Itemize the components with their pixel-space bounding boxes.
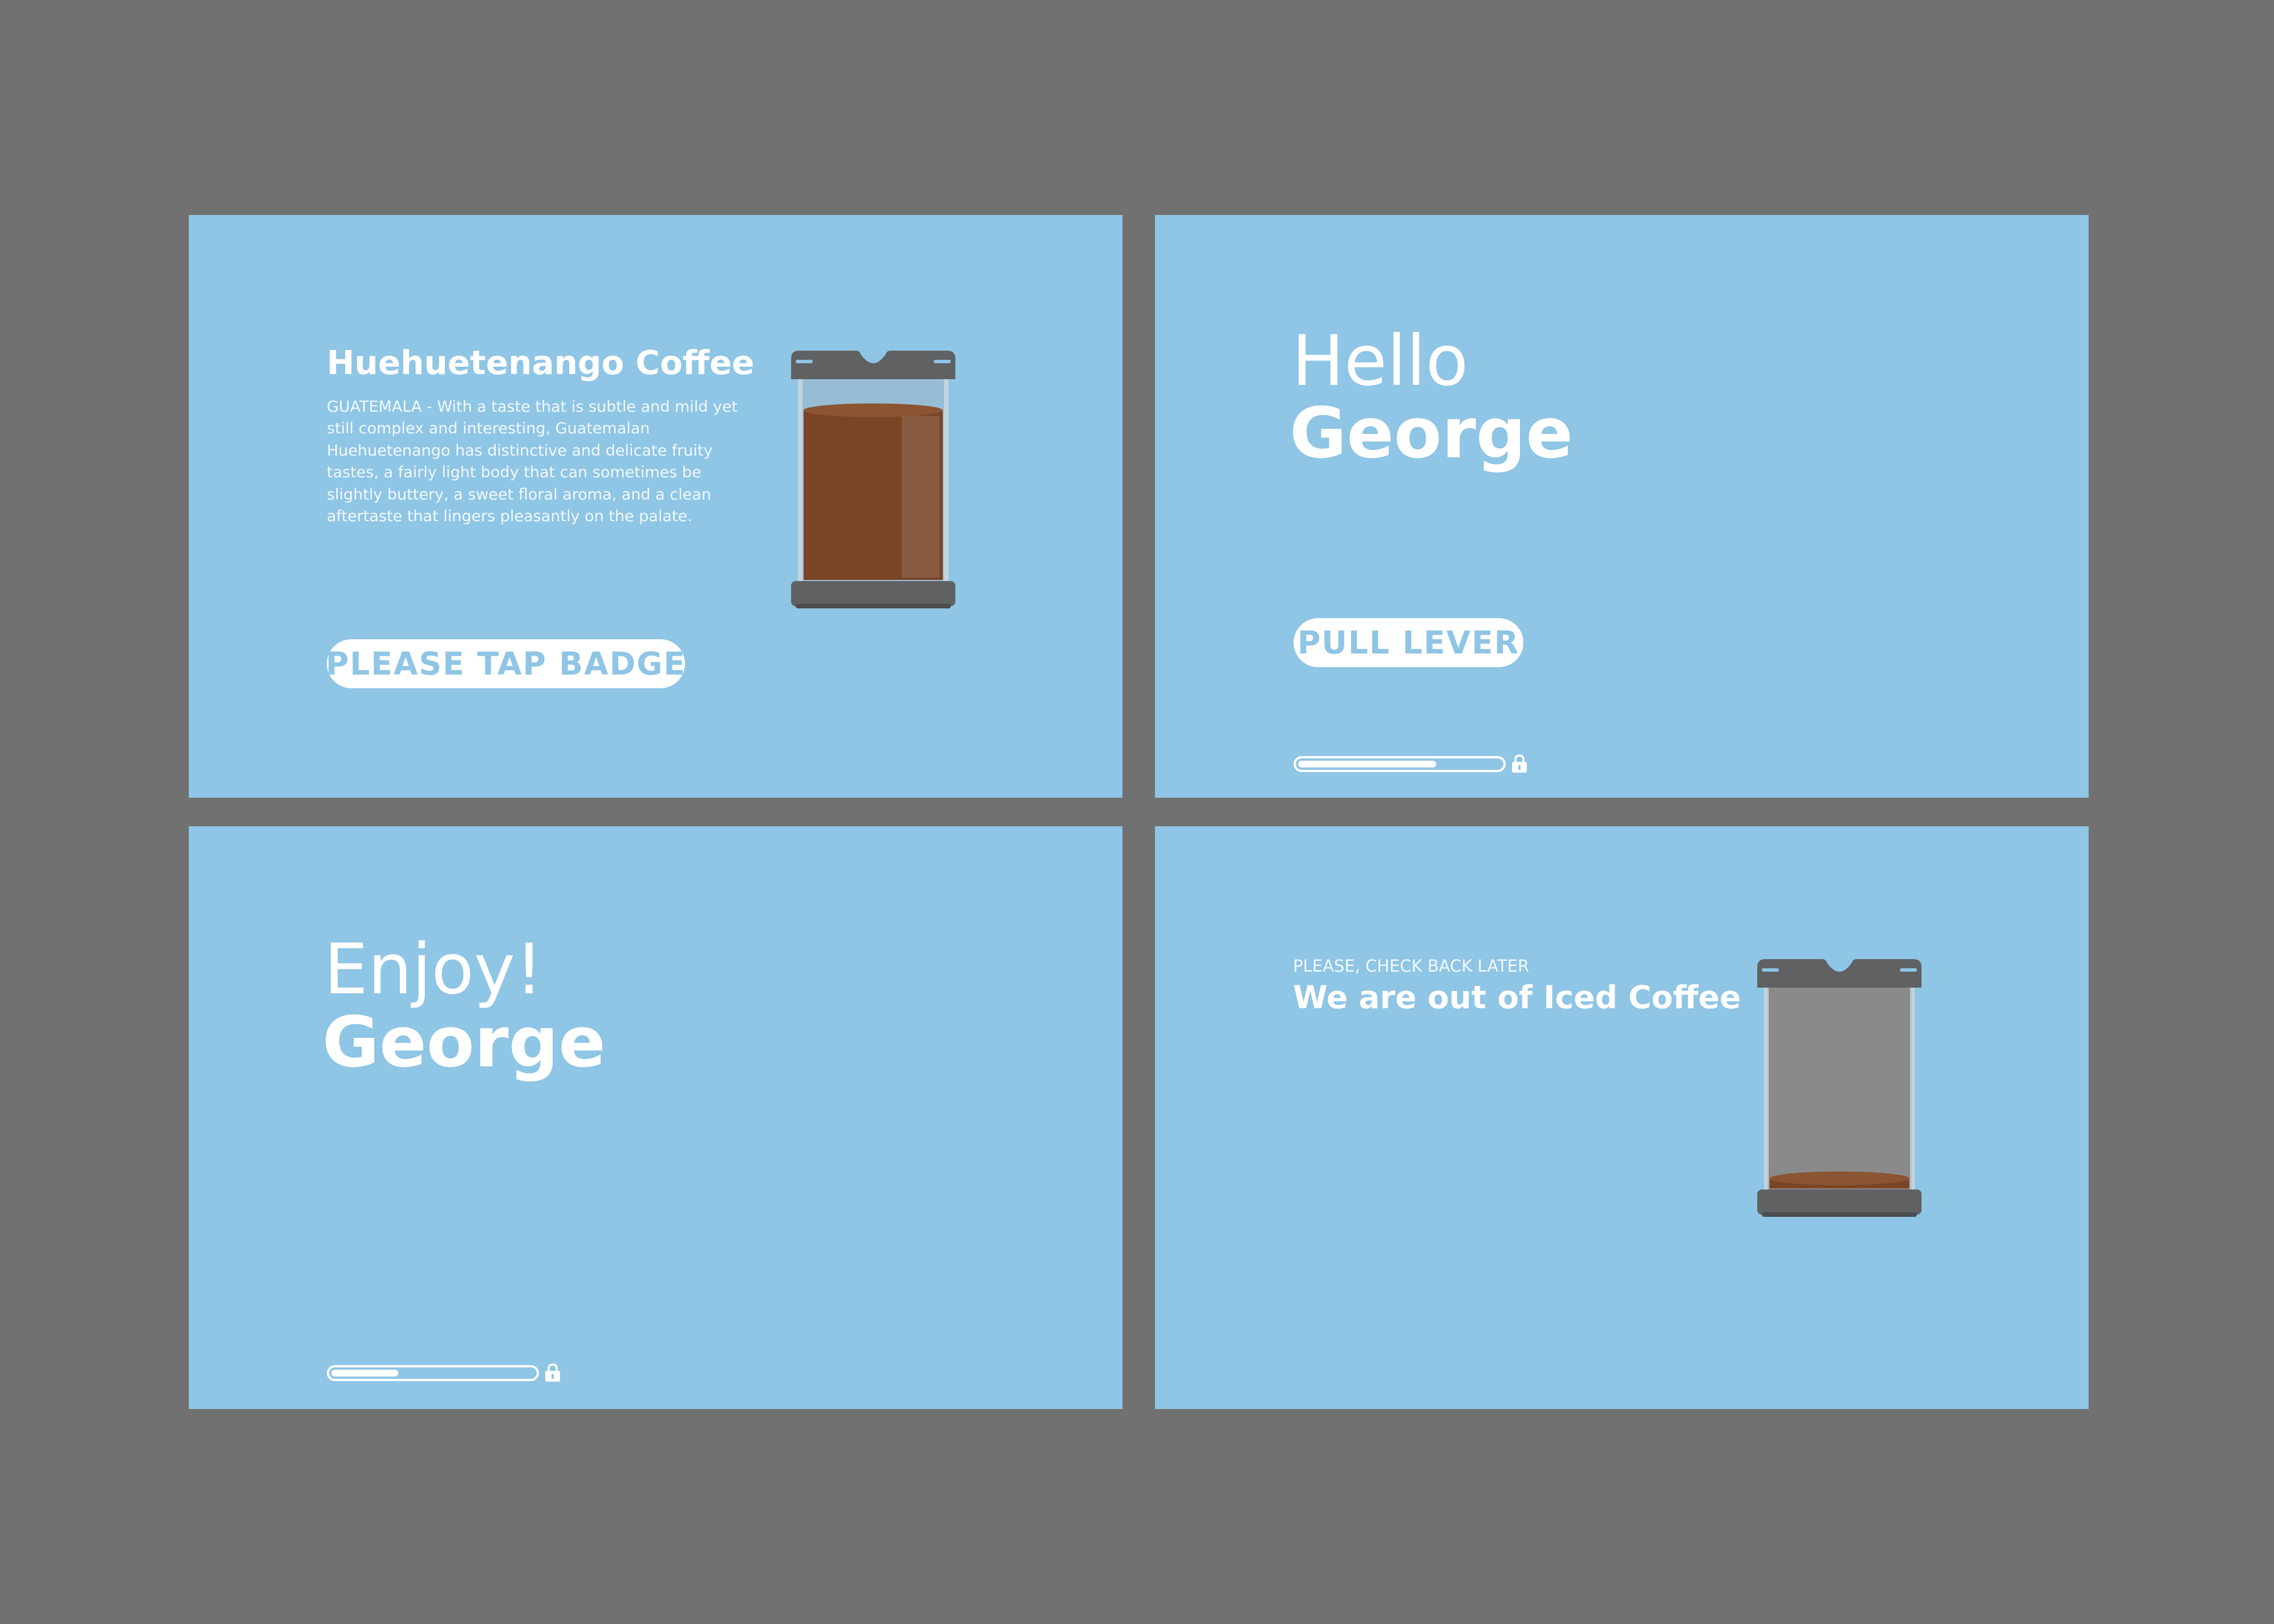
lid-slot-left xyxy=(796,360,813,363)
glass-edge-right xyxy=(1910,981,1915,1196)
liquid-surface xyxy=(1770,1171,1909,1185)
lock-keyhole xyxy=(552,1374,554,1379)
base-shadow xyxy=(1762,1212,1917,1217)
coffee-canister-icon xyxy=(791,351,955,608)
progress-fill xyxy=(1298,761,1437,768)
pull-lever-button[interactable]: PULL LEVER xyxy=(1294,618,1523,667)
glass-highlight xyxy=(902,416,939,578)
enjoy-screen: Enjoy! George xyxy=(189,826,1122,1409)
lock-icon xyxy=(545,1363,560,1382)
lid-slot-right xyxy=(1900,968,1917,972)
glass-edge-left xyxy=(1764,981,1769,1196)
canister-lid xyxy=(791,351,955,379)
lid-slot-right xyxy=(934,360,951,363)
lid-slot-left xyxy=(1762,968,1779,972)
out-of-stock-screen: PLEASE, CHECK BACK LATER We are out of I… xyxy=(1155,826,2089,1409)
lock-keyhole xyxy=(1518,765,1521,770)
progress-fill xyxy=(331,1370,399,1377)
base-shadow xyxy=(796,604,951,608)
notice-subtitle: PLEASE, CHECK BACK LATER xyxy=(1293,956,1530,976)
coffee-description: GUATEMALA - With a taste that is subtle … xyxy=(327,398,738,526)
canister-base xyxy=(1757,1189,1922,1215)
greeting-text: Hello xyxy=(1292,320,1469,401)
liquid-surface xyxy=(804,403,943,417)
glass-edge-right xyxy=(944,372,948,588)
tap-badge-button[interactable]: PLEASE TAP BADGE xyxy=(326,639,685,688)
coffee-title: Huehuetenango Coffee xyxy=(327,343,755,382)
hello-screen: Hello George PULL LEVER xyxy=(1155,215,2089,798)
canister-lid xyxy=(1757,959,1922,988)
progress-bar xyxy=(327,1363,560,1382)
lock-icon xyxy=(1512,754,1527,773)
user-name: George xyxy=(1290,393,1573,474)
user-name: George xyxy=(322,1002,606,1083)
coffee-info-screen: Huehuetenango Coffee GUATEMALA - With a … xyxy=(189,215,1122,798)
canister-base xyxy=(791,581,955,606)
progress-bar xyxy=(1294,754,1527,773)
lock-shackle xyxy=(548,1363,558,1371)
canister-glass xyxy=(1766,983,1912,1194)
greeting-text: Enjoy! xyxy=(324,929,544,1010)
lock-shackle xyxy=(1514,754,1525,762)
empty-canister-icon xyxy=(1757,959,1922,1217)
notice-title: We are out of Iced Coffee xyxy=(1293,979,1741,1016)
glass-edge-left xyxy=(798,372,802,588)
